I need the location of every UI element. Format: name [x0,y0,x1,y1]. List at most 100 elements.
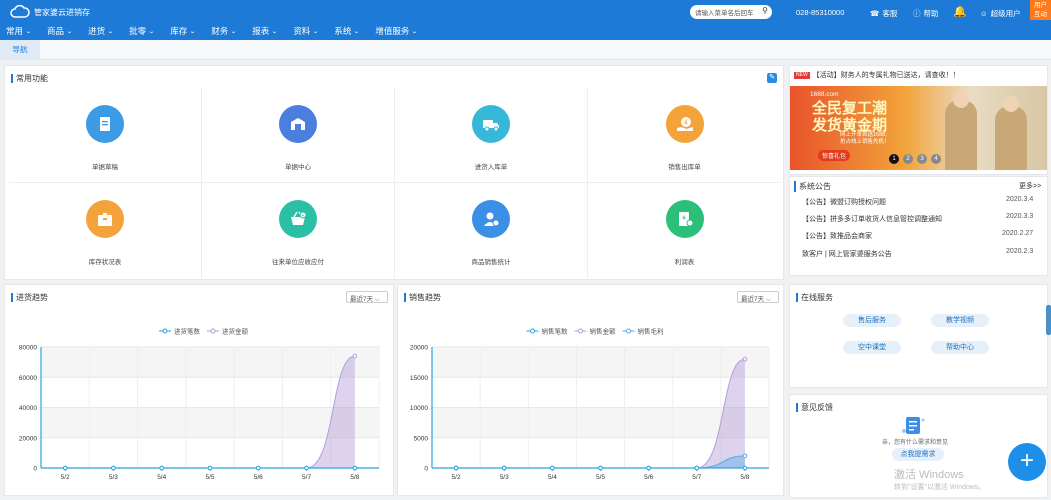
legend-label: 进货笔数 [174,327,201,336]
help-label: 帮助 [923,9,939,18]
legend-marker [530,328,535,334]
online-service-button[interactable]: 教学视频 [931,314,989,327]
windows-activation-watermark: 激活 Windows 转到"设置"以激活 Windows。 [894,466,985,492]
function-tile[interactable]: + 往来单位应收应付 [202,183,395,278]
x-tick-label: 5/7 [692,474,701,481]
promo-headline[interactable]: NEW 【活动】财务人的专属礼物已送达，请查收！！ [794,70,960,80]
user-interaction-badge[interactable]: 用户互动 [1030,0,1051,20]
notice-item[interactable]: 【公告】微盟订购授权问题 [802,197,886,207]
function-tile[interactable]: 单据草稿 [9,88,202,183]
app-logo[interactable]: 管家婆云进销存 [10,5,90,19]
menu-item-label: 资料 [293,26,311,36]
menu-item[interactable]: 增值服务 ⌄ [375,25,425,37]
banner-dot[interactable]: 2 [903,154,913,164]
function-tile[interactable]: ¥ 销售出库单 [588,88,781,183]
submit-request-button[interactable]: 点我提需求 [892,448,944,461]
sales-range-value: 最近7天 [741,296,765,303]
online-service-title: 在线服务 [796,293,833,302]
function-tile[interactable]: 单据中心 [202,88,395,183]
menu-item[interactable]: 系统 ⌄ [334,25,367,37]
menu-item[interactable]: 进货 ⌄ [88,25,121,37]
function-tile[interactable]: 商品销售统计 [395,183,588,278]
online-service-button[interactable]: 售后服务 [843,314,901,327]
menu-item-label: 常用 [6,26,24,36]
menu-item[interactable]: 库存 ⌄ [170,25,203,37]
search-icon[interactable]: ⚲ [762,6,768,15]
data-point [62,465,68,471]
user-menu[interactable]: ☺ 超级用户 [980,8,1021,19]
chevron-down-icon: ⌄ [189,28,197,35]
function-tile[interactable]: 进货入库单 [395,88,588,183]
sales-trend-panel: 销售趋势 最近7天 ⌵ 销售笔数 销售金额 销售毛利 0 5000 10000 15000 2… [397,284,784,496]
help-icon: ⓘ [913,9,921,18]
service-link[interactable]: ☎ 客服 [870,8,897,19]
data-point [646,465,651,471]
banner-dot[interactable]: 3 [917,154,927,164]
data-point [304,465,309,471]
online-service-button[interactable]: 空中课堂 [843,341,901,354]
function-label: 往来单位应收应付 [272,259,324,266]
menu-item[interactable]: 常用 ⌄ [6,25,39,37]
notices-more-link[interactable]: 更多>> [1019,181,1041,191]
function-label: 库存状况表 [88,259,122,266]
online-service-button[interactable]: 帮助中心 [931,341,989,354]
x-tick-label: 5/2 [452,474,461,481]
x-tick-label: 5/3 [109,474,118,481]
banner-dot[interactable]: 4 [931,154,941,164]
store-icon [279,105,317,143]
x-tick-label: 5/8 [740,474,749,481]
function-label: 单据中心 [285,164,311,171]
x-tick-label: 5/8 [350,474,359,481]
truck-icon [472,105,510,143]
notice-date: 2020.2.27 [1002,230,1034,237]
edit-icon[interactable]: ✎ [767,73,777,83]
notice-date: 2020.2.3 [1006,248,1034,255]
side-scroll-handle[interactable] [1046,305,1051,335]
banner-dot[interactable]: 1 [889,154,899,164]
notice-item[interactable]: 【公告】致推品会商家 [802,231,872,241]
tab-navigation[interactable]: 导航 [0,40,40,60]
menu-item[interactable]: 财务 ⌄ [211,25,244,37]
chevron-down-icon: ⌄ [148,28,156,35]
notice-item[interactable]: 致客户 | 网上管家婆服务公告 [802,249,892,259]
menu-item-label: 系统 [334,26,352,36]
menu-item[interactable]: 批零 ⌄ [129,25,162,37]
grid-band [432,347,769,378]
purchase-range-value: 最近7天 [350,296,374,303]
svg-text:¥: ¥ [684,120,688,127]
chevron-down-icon: ⌄ [312,28,320,35]
chevron-down-icon: ⌄ [353,28,361,35]
function-label: 销售出库单 [668,164,701,171]
function-grid: 单据草稿 单据中心 进货入库单 ¥ 销售出库单 库存状况表 + 往来单位应收应付 商品销售统计 ¥… [9,88,781,278]
banner-gift-button[interactable]: 惊喜礼包 [818,150,851,161]
function-tile[interactable]: 库存状况表 [9,183,202,278]
chevron-down-icon: ⌄ [25,28,33,35]
cloud-logo-icon [10,5,30,18]
data-point [742,356,748,362]
legend-label: 销售金额 [590,327,617,336]
purchase-range-select[interactable]: 最近7天 ⌵ [346,291,388,303]
x-tick-label: 5/4 [157,474,166,481]
function-tile[interactable]: ¥ 利润表 [588,183,781,278]
common-functions-panel: 常用功能 ✎ 单据草稿 单据中心 进货入库单 ¥ 销售出库单 库存状况表 + 往来单位应收应付… [4,65,784,280]
menu-item[interactable]: 资料 ⌄ [293,25,326,37]
search-placeholder: 请输入菜单名后回车 [695,10,754,17]
y-tick-label: 15000 [410,375,428,382]
legend-marker [210,328,216,334]
notice-date: 2020.3.4 [1006,196,1034,203]
sales-range-select[interactable]: 最近7天 ⌵ [737,291,779,303]
menu-item[interactable]: 商品 ⌄ [47,25,80,37]
legend-marker [578,328,583,334]
menu-item[interactable]: 报表 ⌄ [252,25,285,37]
banner-site: 1688.com [810,91,839,98]
help-link[interactable]: ⓘ 帮助 [913,8,939,19]
function-label: 单据草稿 [92,164,118,171]
notice-item[interactable]: 【公告】拼多多订单收货人信息管控调整通知 [802,214,942,224]
data-point [742,465,748,471]
menu-search-input[interactable]: 请输入菜单名后回车 ⚲ [690,5,772,19]
add-fab-button[interactable]: + [1008,443,1046,481]
feedback-title: 意见反馈 [796,403,833,412]
bell-icon[interactable]: 🔔 [953,5,967,18]
sales-trend-title: 销售趋势 [404,293,441,302]
legend-label: 销售笔数 [542,327,569,336]
